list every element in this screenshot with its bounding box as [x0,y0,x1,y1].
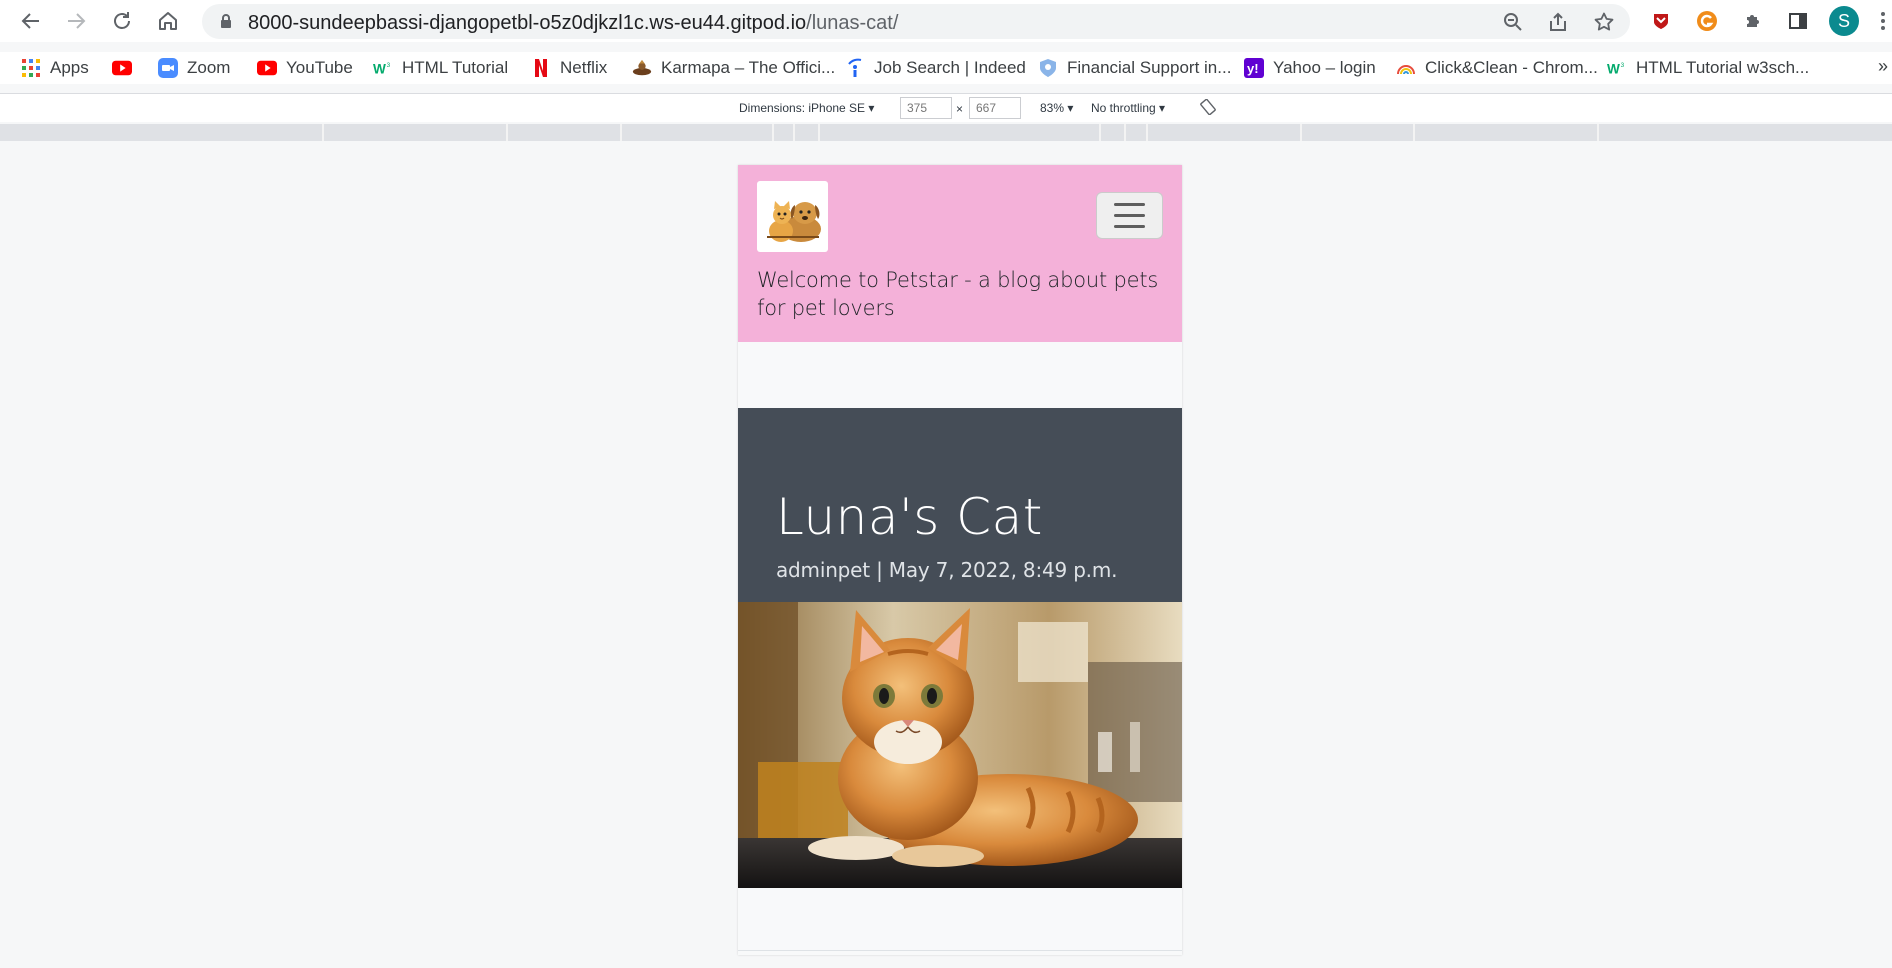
bookmark-label: Apps [50,58,89,77]
device-dimensions-select[interactable]: Dimensions: iPhone SE ▾ [739,101,874,115]
share-icon[interactable] [1547,11,1569,33]
yahoo-icon: y! [1244,58,1264,78]
hamburger-line [1114,225,1145,228]
grammarly-icon[interactable] [1695,9,1719,33]
youtube-icon [257,58,277,78]
svg-text:y!: y! [1247,61,1259,76]
navbar-toggler-button[interactable] [1096,192,1163,239]
hamburger-line [1114,203,1145,206]
bookmark-label: HTML Tutorial w3sch... [1636,58,1810,77]
ruler-divider [1597,124,1599,141]
ruler-divider [620,124,622,141]
device-bottom-divider [738,950,1182,951]
bookmarks-bar: Apps Zoom YouTube W3 HTML Tutorial Netfl… [0,52,1892,84]
extensions-puzzle-icon[interactable] [1741,9,1765,33]
svg-text:3: 3 [1621,62,1625,69]
bookmark-zoom[interactable]: Zoom [158,54,230,82]
ruler-divider [1124,124,1126,141]
bookmark-click-clean[interactable]: Click&Clean - Chrom... [1396,54,1598,82]
indeed-icon [845,58,865,78]
bookmark-html-tutorial-w3schools[interactable]: W3 HTML Tutorial w3sch... [1607,54,1809,82]
rainbow-icon [1396,58,1416,78]
bookmark-label: Job Search | Indeed [874,58,1026,77]
youtube-icon [112,58,132,78]
device-viewport: Welcome to Petstar - a blog about pets f… [738,165,1182,955]
ruler-divider [1099,124,1101,141]
back-icon[interactable] [18,8,44,34]
svg-text:3: 3 [387,62,391,69]
bookmark-label: Karmapa – The Offici... [661,58,836,77]
profile-initial: S [1837,10,1850,31]
url-text: 8000-sundeepbassi-djangopetbl-o5z0djkzl1… [248,12,899,34]
bookmark-label: Financial Support in... [1067,58,1232,77]
orange-cat-photo [738,602,1182,888]
device-width-input[interactable]: 375 [900,97,952,119]
ruler-divider [506,124,508,141]
svg-text:W: W [373,61,386,76]
shield-icon [1038,58,1058,78]
throttling-select[interactable]: No throttling ▾ [1091,101,1165,115]
bookmarks-overflow-button[interactable]: » [1878,56,1888,77]
address-bar[interactable]: 8000-sundeepbassi-djangopetbl-o5z0djkzl1… [202,4,1630,39]
device-toolbar: Dimensions: iPhone SE ▾ 375 × 667 83% ▾ … [0,94,1892,122]
bookmark-apps[interactable]: Apps [21,54,89,82]
ruler-divider [1300,124,1302,141]
side-panel-icon[interactable] [1786,9,1810,33]
apps-grid-icon [21,58,41,78]
zoom-magnifier-icon[interactable] [1502,11,1524,33]
forward-icon[interactable] [63,8,89,34]
browser-toolbar: 8000-sundeepbassi-djangopetbl-o5z0djkzl1… [0,0,1892,42]
w3schools-icon: W3 [373,58,393,78]
ruler-divider [1146,124,1148,141]
bookmark-label: Zoom [187,58,231,77]
bookmark-yahoo[interactable]: y! Yahoo – login [1244,54,1376,82]
bookmark-html-tutorial[interactable]: W3 HTML Tutorial [373,54,508,82]
post-title: Luna's Cat [776,488,1043,546]
ruler-divider [1413,124,1415,141]
device-zoom-select[interactable]: 83% ▾ [1040,101,1073,115]
ruler-divider [793,124,795,141]
petstar-logo[interactable] [757,181,828,252]
bookmark-netflix[interactable]: Netflix [531,54,607,82]
post-masthead: Luna's Cat adminpet | May 7, 2022, 8:49 … [738,408,1182,602]
rotate-icon[interactable] [1200,98,1216,118]
mcafee-shield-icon[interactable] [1649,9,1673,33]
bookmark-label: Netflix [560,58,608,77]
site-navbar: Welcome to Petstar - a blog about pets f… [738,165,1182,342]
media-query-ruler[interactable] [0,124,1892,141]
w3schools-icon: W3 [1607,58,1627,78]
ruler-divider [818,124,820,141]
bookmark-youtube-icon-only[interactable] [112,54,132,82]
profile-avatar[interactable]: S [1829,6,1859,36]
reload-icon[interactable] [109,8,135,34]
post-meta: adminpet | May 7, 2022, 8:49 p.m. [776,558,1118,582]
home-icon[interactable] [155,8,181,34]
cat-and-dog-logo-icon [766,200,821,242]
ruler-divider [322,124,324,141]
browser-menu-icon[interactable] [1880,10,1886,32]
netflix-icon [531,58,551,78]
dimension-separator: × [956,102,964,116]
bookmark-label: Click&Clean - Chrom... [1425,58,1598,77]
bookmark-label: HTML Tutorial [402,58,509,77]
svg-text:W: W [1607,61,1620,76]
site-tagline: Welcome to Petstar - a blog about pets f… [757,268,1159,320]
bookmark-label: Yahoo – login [1273,58,1376,77]
device-height-input[interactable]: 667 [969,97,1021,119]
hamburger-line [1114,214,1145,217]
lock-icon [220,14,232,34]
bookmark-youtube[interactable]: YouTube [257,54,353,82]
bookmark-karmapa[interactable]: Karmapa – The Offici... [632,54,835,82]
ruler-divider [772,124,774,141]
bookmark-star-icon[interactable] [1593,11,1615,33]
bookmark-indeed[interactable]: Job Search | Indeed [845,54,1026,82]
zoom-icon [158,58,178,78]
karmapa-icon [632,58,652,78]
bookmark-label: YouTube [286,58,353,77]
bookmark-financial-support[interactable]: Financial Support in... [1038,54,1231,82]
post-featured-image [738,602,1182,888]
